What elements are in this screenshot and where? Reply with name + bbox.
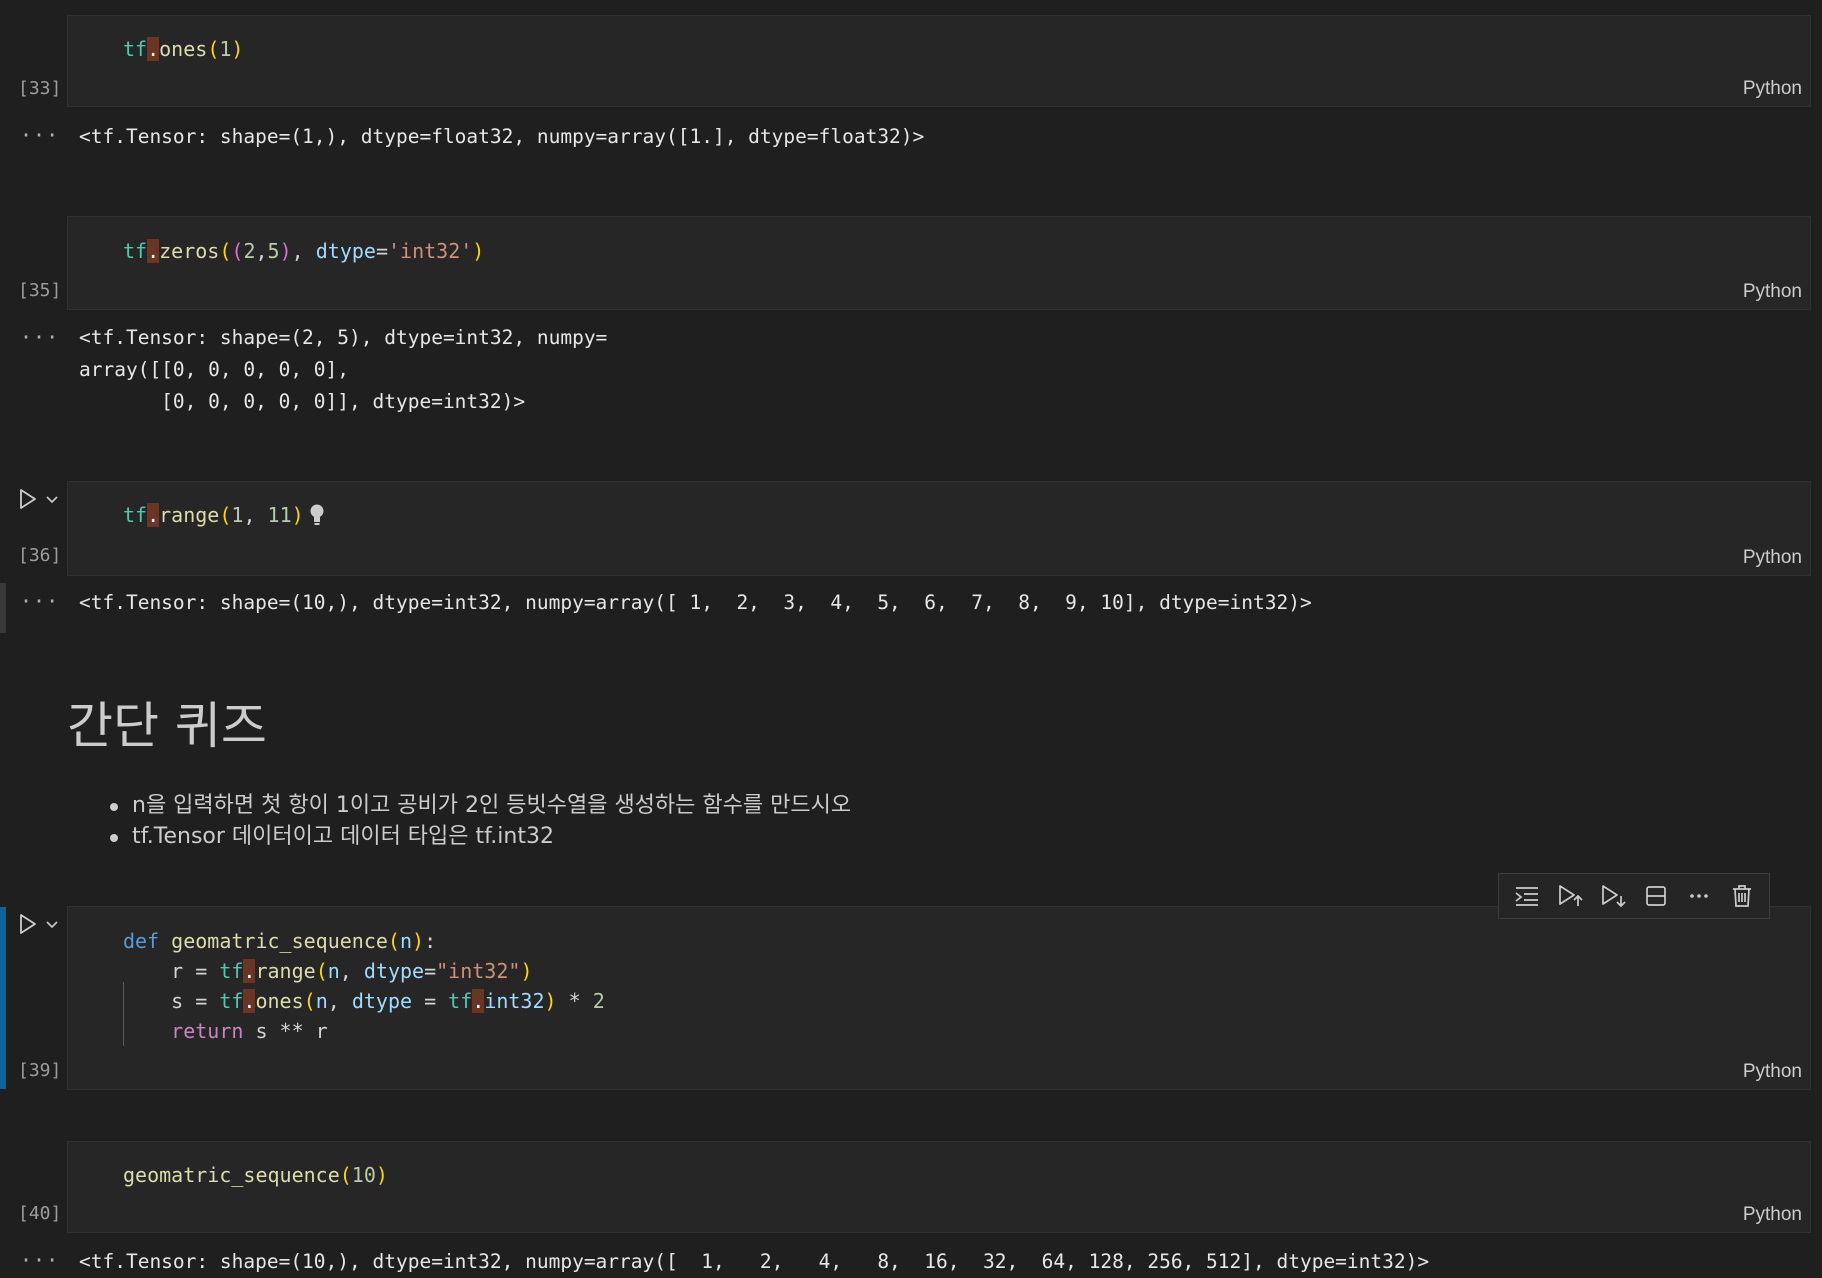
execution-count: [36] — [18, 545, 62, 566]
code-cell-36[interactable]: tf.range(1, 11) Python — [67, 481, 1811, 576]
cell-language-label[interactable]: Python — [1743, 1061, 1802, 1083]
chevron-down-icon[interactable] — [45, 916, 59, 935]
cell-language-label[interactable]: Python — [1743, 78, 1802, 100]
notebook-editor: tf.ones(1) Python [33] ··· <tf.Tensor: s… — [0, 0, 1822, 1278]
markdown-heading: 간단 퀴즈 — [67, 697, 267, 755]
cell-language-label[interactable]: Python — [1743, 1204, 1802, 1226]
cell-output: <tf.Tensor: shape=(10,), dtype=int32, nu… — [79, 1250, 1430, 1273]
cell-code[interactable]: geomatric_sequence(10) — [123, 1160, 388, 1190]
code-cell-33[interactable]: tf.ones(1) Python — [67, 15, 1811, 107]
lightbulb-icon[interactable] — [308, 503, 326, 531]
cell-language-label[interactable]: Python — [1743, 281, 1802, 303]
cell-output: <tf.Tensor: shape=(1,), dtype=float32, n… — [79, 125, 925, 148]
markdown-bullet-list: n을 입력하면 첫 항이 1이고 공비가 2인 등빗수열을 생성하는 함수를 만… — [110, 790, 851, 852]
delete-icon[interactable] — [1725, 879, 1759, 913]
cell-code[interactable]: tf.ones(1) — [123, 34, 243, 64]
markdown-bullet: n을 입력하면 첫 항이 1이고 공비가 2인 등빗수열을 생성하는 함수를 만… — [110, 790, 851, 821]
run-above-icon[interactable] — [1553, 879, 1587, 913]
cell-code[interactable]: def geomatric_sequence(n): r = tf.range(… — [123, 926, 605, 1046]
execution-count: [39] — [18, 1060, 62, 1081]
cell-focus-indicator — [0, 907, 6, 1089]
chevron-down-icon[interactable] — [45, 491, 59, 510]
output-more-icon[interactable]: ··· — [20, 1248, 59, 1272]
code-cell-35[interactable]: tf.zeros((2,5), dtype='int32') Python — [67, 216, 1811, 310]
output-more-icon[interactable]: ··· — [20, 325, 59, 349]
code-cell-39[interactable]: def geomatric_sequence(n): r = tf.range(… — [67, 906, 1811, 1090]
output-more-icon[interactable]: ··· — [20, 589, 59, 613]
indent-guide — [123, 982, 124, 1046]
more-actions-icon[interactable] — [1682, 879, 1716, 913]
execute-above-icon[interactable] — [1510, 879, 1544, 913]
split-cell-icon[interactable] — [1639, 879, 1673, 913]
cell-toolbar — [1498, 873, 1770, 919]
execution-count: [33] — [18, 78, 62, 99]
cell-output: <tf.Tensor: shape=(2, 5), dtype=int32, n… — [79, 326, 608, 413]
cell-code[interactable]: tf.range(1, 11) — [123, 500, 304, 530]
execution-count: [35] — [18, 280, 62, 301]
run-cell-icon[interactable] — [16, 912, 40, 940]
code-cell-40[interactable]: geomatric_sequence(10) Python — [67, 1141, 1811, 1233]
execution-count: [40] — [18, 1203, 62, 1224]
cell-language-label[interactable]: Python — [1743, 547, 1802, 569]
run-below-icon[interactable] — [1596, 879, 1630, 913]
output-more-icon[interactable]: ··· — [20, 123, 59, 147]
cell-code[interactable]: tf.zeros((2,5), dtype='int32') — [123, 236, 484, 266]
cell-output: <tf.Tensor: shape=(10,), dtype=int32, nu… — [79, 591, 1312, 614]
markdown-bullet: tf.Tensor 데이터이고 데이터 타입은 tf.int32 — [110, 821, 851, 852]
cell-hover-indicator — [0, 583, 6, 633]
run-cell-icon[interactable] — [16, 487, 40, 515]
